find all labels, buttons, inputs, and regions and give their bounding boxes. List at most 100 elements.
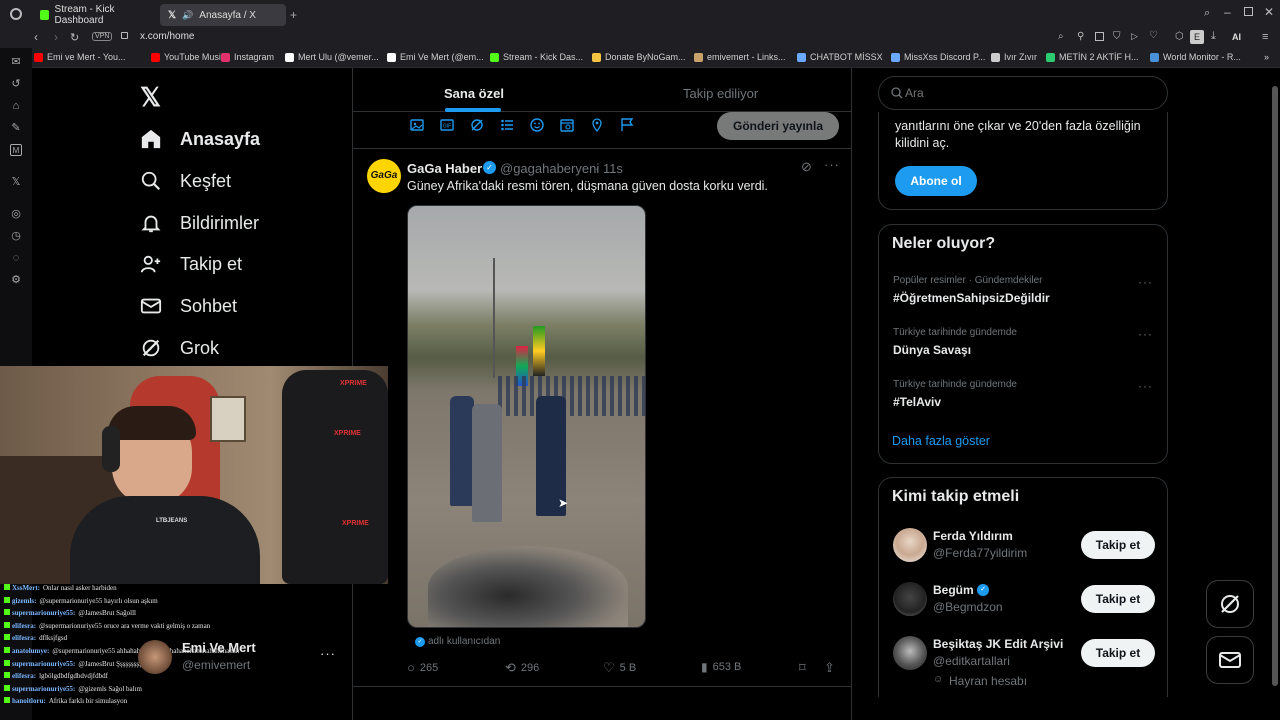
x-logo-icon[interactable]: 𝕏 — [140, 82, 161, 113]
emoji-icon[interactable] — [530, 118, 544, 132]
bookmark-item[interactable]: Donate ByNoGam... — [592, 52, 686, 62]
menu-icon[interactable]: ≡ — [1262, 31, 1268, 43]
settings-icon[interactable]: ⚙ — [10, 274, 22, 286]
tweet-video[interactable]: ➤ — [407, 205, 646, 628]
nav-item-home[interactable]: Anasayfa — [140, 128, 260, 150]
account-switcher[interactable]: Emi Ve Mert @emivemert ··· — [136, 638, 336, 674]
reload-icon[interactable]: ↻ — [70, 31, 79, 44]
account-more-icon[interactable]: ··· — [320, 646, 336, 661]
clock-icon[interactable]: ◷ — [10, 230, 22, 242]
shield-icon[interactable]: ⛉ — [1113, 31, 1121, 42]
schedule-icon[interactable] — [560, 118, 574, 132]
bookmarks-overflow-icon[interactable]: » — [1264, 52, 1269, 62]
page-scrollbar[interactable] — [1272, 86, 1278, 686]
search-box[interactable] — [878, 76, 1168, 110]
grok-explain-icon[interactable]: ⊘ — [801, 159, 812, 175]
close-window-button[interactable]: ✕ — [1264, 5, 1274, 19]
nav-item-messages[interactable]: Sohbet — [140, 295, 237, 317]
search-input[interactable] — [905, 85, 1155, 101]
vpn-badge[interactable]: VPN — [92, 32, 113, 41]
tweet-handle[interactable]: @gagahaberyeni — [500, 161, 599, 176]
gif-icon[interactable]: GIF — [440, 118, 454, 132]
url-field[interactable]: x.com/home — [140, 31, 194, 42]
notes-icon[interactable]: ✎ — [10, 122, 22, 134]
new-tab-button[interactable]: + — [290, 8, 297, 22]
grok-floating-button[interactable] — [1206, 580, 1254, 628]
tab-kick-dashboard[interactable]: Stream - Kick Dashboard — [32, 4, 158, 26]
show-more-link[interactable]: Daha fazla göster — [892, 434, 990, 448]
snapshot-icon[interactable] — [1095, 32, 1104, 41]
bookmark-item[interactable]: Emi ve Mert - You... — [34, 52, 126, 62]
views-action[interactable]: ▮ 653 B — [701, 660, 741, 674]
maximize-button[interactable] — [1244, 7, 1253, 16]
flag-icon[interactable] — [620, 118, 634, 132]
trend-item[interactable]: Popüler resimler · Gündemdekiler #Öğretm… — [879, 271, 1167, 315]
more-icon[interactable]: ··· — [1138, 327, 1153, 341]
post-button[interactable]: Gönderi yayınla — [717, 112, 839, 140]
forward-icon[interactable]: › — [54, 30, 58, 44]
avatar[interactable] — [893, 636, 927, 670]
messages-floating-button[interactable] — [1206, 636, 1254, 684]
opera-logo-icon[interactable] — [10, 8, 22, 20]
bookmark-item[interactable]: Emi Ve Mert (@em... — [387, 52, 484, 62]
more-icon[interactable]: ··· — [1138, 379, 1153, 393]
avatar[interactable] — [893, 528, 927, 562]
pin-icon[interactable]: ⚲ — [1077, 31, 1084, 42]
tweet[interactable]: GaGa GaGa Haber ✓ @gagahaberyeni · 11s ⊘… — [353, 149, 851, 689]
suggestion-name[interactable]: Beşiktaş JK Edit Arşivi — [933, 637, 1063, 651]
trend-item[interactable]: Türkiye tarihinde gündemde #TelAviv ··· — [879, 375, 1167, 419]
download-icon[interactable]: ⤓ — [1211, 30, 1216, 43]
profile-badge[interactable]: E — [1190, 30, 1204, 44]
tab-x-home[interactable]: 𝕏 🔊 Anasayfa / X — [160, 4, 286, 26]
tweet-author[interactable]: GaGa Haber — [407, 161, 482, 176]
account-avatar[interactable] — [138, 640, 172, 674]
video-attribution[interactable]: adlı kullanıcıdan — [428, 636, 500, 647]
more-icon[interactable]: ··· — [1138, 275, 1153, 289]
reply-action[interactable]: ○ 265 — [407, 660, 438, 675]
aria-ai-label[interactable]: AI — [1232, 32, 1241, 42]
nav-item-follow[interactable]: Takip et — [140, 253, 242, 275]
search-tabs-icon[interactable]: ⌕ — [1204, 7, 1210, 20]
tweet-avatar[interactable]: GaGa — [367, 159, 401, 193]
tab-for-you[interactable]: Sana özel — [444, 86, 504, 101]
bookmark-item[interactable]: World Monitor - R... — [1150, 52, 1241, 62]
tweet-more-icon[interactable]: ··· — [824, 157, 840, 172]
minimize-button[interactable]: – — [1224, 5, 1231, 19]
suggestion-name[interactable]: Ferda Yıldırım — [933, 529, 1013, 543]
bookmark-item[interactable]: MissXss Discord P... — [891, 52, 985, 62]
tab-following[interactable]: Takip ediliyor — [683, 86, 758, 101]
history-icon[interactable]: ↺ — [10, 78, 22, 90]
back-icon[interactable]: ‹ — [34, 30, 38, 44]
poll-icon[interactable] — [500, 118, 514, 132]
bookmark-item[interactable]: Stream - Kick Das... — [490, 52, 583, 62]
zoom-icon[interactable]: ⌕ — [1058, 31, 1064, 42]
nav-item-explore[interactable]: Keşfet — [140, 170, 231, 192]
like-action[interactable]: ♡ 5 B — [603, 660, 636, 676]
image-icon[interactable] — [410, 118, 424, 132]
share-icon[interactable]: ⇪ — [824, 660, 835, 676]
messenger-icon[interactable]: ✉ — [10, 56, 22, 68]
extensions-icon[interactable]: ⬡ — [1175, 31, 1184, 42]
grok-compose-icon[interactable] — [470, 118, 484, 132]
bookmark-item[interactable]: emivemert - Links... — [694, 52, 786, 62]
nav-item-grok[interactable]: Grok — [140, 337, 219, 359]
bookmark-icon[interactable]: ⌑ — [799, 660, 806, 676]
play-icon[interactable]: ▷ — [1131, 31, 1138, 42]
m-icon[interactable]: M — [10, 144, 22, 156]
follow-suggestion[interactable]: Beşiktaş JK Edit Arşivi @editkartallari … — [879, 632, 1167, 692]
location-icon[interactable] — [590, 118, 604, 132]
bookmark-item[interactable]: Mert Ulu (@vemer... — [285, 52, 379, 62]
bookmark-item[interactable]: CHATBOT MİSSX — [797, 52, 883, 62]
follow-button[interactable]: Takip et — [1081, 639, 1155, 667]
bookmark-item[interactable]: METİN 2 AKTİF H... — [1046, 52, 1139, 62]
follow-button[interactable]: Takip et — [1081, 585, 1155, 613]
bulb-icon[interactable]: ◌ — [10, 252, 22, 264]
repost-action[interactable]: ⟲ 296 — [505, 660, 539, 676]
bag-icon[interactable]: ⌂ — [10, 100, 22, 112]
bookmark-item[interactable]: Ivır Zıvır — [991, 52, 1037, 62]
tweet-time[interactable]: · 11s — [595, 161, 623, 176]
subscribe-button[interactable]: Abone ol — [895, 166, 977, 196]
chatgpt-icon[interactable]: ◎ — [10, 208, 22, 220]
bookmark-item[interactable]: YouTube Music — [151, 52, 225, 62]
nav-item-notifications[interactable]: Bildirimler — [140, 212, 259, 234]
